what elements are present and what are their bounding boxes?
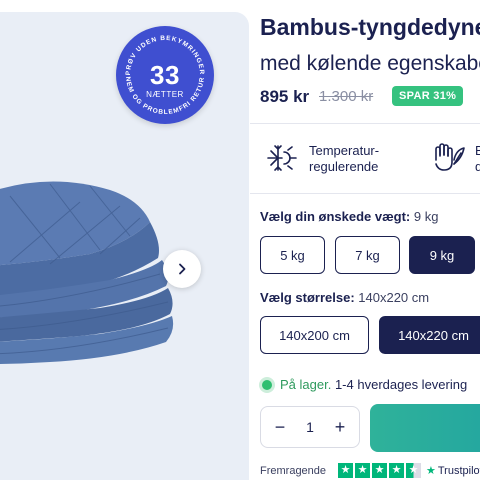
stock-status: På lager. 1-4 hverdages levering <box>262 377 467 392</box>
feature-line: Temperatur- <box>309 143 380 158</box>
trustpilot-star-icon: ★ <box>426 465 436 477</box>
divider <box>250 193 480 194</box>
feature-line: regulerende <box>309 159 379 174</box>
star-icon: ★ <box>338 463 353 478</box>
add-to-cart-button[interactable] <box>370 404 480 452</box>
feature-line: d <box>475 159 480 174</box>
badge-number: 33 <box>150 60 180 90</box>
star-icon: ★ <box>355 463 370 478</box>
in-stock-dot-icon <box>262 380 272 390</box>
current-price: 895 kr <box>260 87 310 106</box>
delivery-time: 1-4 hverdages levering <box>334 377 468 392</box>
trustpilot-rating-label: Fremragende <box>260 465 327 477</box>
size-label-text: Vælg størrelse: <box>260 290 355 305</box>
feature-line: B <box>475 143 480 158</box>
snowflake-sun-icon <box>267 145 297 171</box>
feature-soft: B d <box>475 143 480 175</box>
stock-status-text: På lager. <box>280 377 332 392</box>
star-icon: ★ <box>372 463 387 478</box>
weight-option-5kg[interactable]: 5 kg <box>260 236 325 274</box>
original-price: 1.300 kr <box>319 88 374 105</box>
chevron-right-icon <box>179 263 186 275</box>
weight-label-text: Vælg din ønskede vægt: <box>260 209 411 224</box>
product-subtitle: med kølende egenskaber <box>260 52 480 75</box>
badge-unit: NÆTTER <box>146 90 184 99</box>
size-selected-value: 140x220 cm <box>358 290 430 305</box>
trustpilot-logo-text: Trustpilot <box>437 465 480 477</box>
product-gallery: PRØV UDEN BEKYMRINGER NEM OG PROBLEMFRI … <box>0 12 249 480</box>
trustpilot-stars: ★ ★ ★ ★ ★ <box>338 463 421 478</box>
quantity-increase-button[interactable]: + <box>331 417 349 438</box>
weight-label: Vælg din ønskede vægt: 9 kg <box>260 209 438 224</box>
size-option-140x200[interactable]: 140x200 cm <box>260 316 369 354</box>
half-star-icon: ★ <box>406 463 421 478</box>
trial-nights-badge: PRØV UDEN BEKYMRINGER NEM OG PROBLEMFRI … <box>116 26 214 124</box>
divider <box>250 123 480 124</box>
star-icon: ★ <box>389 463 404 478</box>
gallery-next-button[interactable] <box>163 250 201 288</box>
size-option-140x220[interactable]: 140x220 cm <box>379 316 480 354</box>
quantity-stepper: − 1 + <box>260 406 360 448</box>
weight-option-9kg[interactable]: 9 kg <box>409 236 475 274</box>
quantity-value[interactable]: 1 <box>306 419 314 435</box>
trustpilot-logo[interactable]: ★ Trustpilot <box>426 464 480 477</box>
weight-selected-value: 9 kg <box>413 209 439 224</box>
hand-feather-icon <box>435 143 465 171</box>
size-label: Vælg størrelse: 140x220 cm <box>260 290 429 305</box>
discount-badge: SPAR 31% <box>392 86 464 106</box>
weight-option-7kg[interactable]: 7 kg <box>335 236 400 274</box>
quantity-decrease-button[interactable]: − <box>271 417 289 438</box>
product-title: Bambus-tyngdedyne <box>260 14 480 40</box>
feature-temperature: Temperatur- regulerende <box>309 143 379 175</box>
